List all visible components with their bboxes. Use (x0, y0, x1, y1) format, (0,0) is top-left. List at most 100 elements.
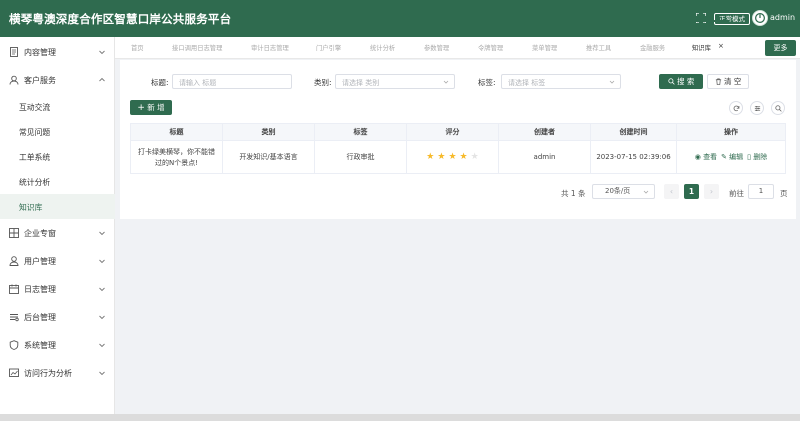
column-header-actions[interactable]: 操作 (677, 124, 785, 141)
chevron-down-icon (99, 259, 105, 264)
calendar-icon (9, 284, 19, 294)
tab-statistics[interactable]: 统计分析 (370, 43, 395, 52)
edit-icon: ✎ (721, 153, 727, 161)
sidebar-item-enterprise[interactable]: 企业专窗 (0, 219, 115, 247)
column-header-category[interactable]: 类别 (223, 124, 315, 141)
sidebar-subitem-label: 工单系统 (19, 153, 51, 162)
column-settings-button[interactable] (750, 101, 764, 115)
tab-knowledge-base[interactable]: 知识库 (692, 43, 711, 52)
page-size-select[interactable]: 20条/页 (592, 184, 655, 199)
cell-actions: ◉ 查看 ✎ 编辑 ▯ 删除 (677, 141, 785, 174)
star-icon: ★ (426, 152, 435, 162)
chevron-up-icon (99, 77, 105, 82)
sidebar-subitem-knowledge-base[interactable]: 知识库 (0, 194, 115, 219)
chart-icon (9, 368, 19, 377)
tab-portal-engine[interactable]: 门户引擎 (316, 43, 341, 52)
close-icon[interactable]: × (718, 42, 724, 50)
pagination-total: 共 1 条 (561, 189, 586, 198)
avatar[interactable] (752, 10, 768, 26)
tab-menus[interactable]: 菜单管理 (532, 43, 557, 52)
sidebar-item-system-management[interactable]: 系统管理 (0, 331, 115, 359)
cell-creator: admin (499, 141, 591, 174)
chevron-down-icon (643, 190, 649, 194)
sidebar-item-content[interactable]: 内容管理 (0, 38, 115, 66)
more-tabs-button[interactable]: 更多 (765, 40, 796, 56)
tab-api-log[interactable]: 接口调用日志管理 (172, 43, 222, 52)
chevron-down-icon (609, 80, 615, 84)
sidebar-item-backend-management[interactable]: 后台管理 (0, 303, 115, 331)
refresh-icon (733, 105, 740, 112)
sidebar-item-customer-service[interactable]: 客户服务 (0, 66, 115, 94)
sidebar: 内容管理 客户服务 互动交流 常见问题 工单系统 统计分析 知识库 企业专窗 用… (0, 37, 115, 421)
title-search-input[interactable]: 请输入 标题 (172, 74, 292, 89)
star-icon: ★ (437, 152, 446, 162)
app-title: 横琴粤澳深度合作区智慧口岸公共服务平台 (9, 12, 232, 26)
tab-recommended-tools[interactable]: 推荐工具 (586, 43, 611, 52)
sidebar-subitem-interaction[interactable]: 互动交流 (0, 94, 115, 119)
clear-button[interactable]: 清 空 (707, 74, 749, 89)
next-page-button[interactable]: › (704, 184, 719, 199)
rating-stars: ★ ★ ★ ★ ★ (407, 141, 499, 174)
column-header-title[interactable]: 标题 (131, 124, 223, 141)
username[interactable]: admin (770, 13, 795, 22)
sidebar-subitem-ticket-system[interactable]: 工单系统 (0, 144, 115, 169)
knowledge-table: 标题 类别 标签 评分 创建者 创建时间 操作 打卡绿美横琴，你不能错 过的N个… (130, 123, 786, 174)
top-header: 横琴粤澳深度合作区智慧口岸公共服务平台 正常模式 admin (0, 0, 800, 37)
cell-title-line: 打卡绿美横琴，你不能错 (138, 147, 215, 156)
current-page-button[interactable]: 1 (684, 184, 699, 199)
sidebar-subitem-faq[interactable]: 常见问题 (0, 119, 115, 144)
grid-icon (9, 228, 19, 238)
chevron-down-icon (99, 343, 105, 348)
tab-audit-log[interactable]: 审计日志管理 (251, 43, 289, 52)
chevron-down-icon (99, 287, 105, 292)
delete-button[interactable]: ▯ 删除 (747, 152, 767, 163)
trash-icon (715, 78, 721, 85)
chevron-down-icon (99, 315, 105, 320)
category-select[interactable]: 请选择 类别 (335, 74, 455, 89)
bottom-scrollbar[interactable] (0, 414, 800, 421)
page-suffix: 页 (780, 189, 788, 198)
title-filter-label: 标题: (151, 78, 169, 87)
sidebar-subitem-statistics[interactable]: 统计分析 (0, 169, 115, 194)
cell-category: 开发知识/基本语言 (223, 141, 315, 174)
cell-created-at: 2023-07-15 02:39:06 (591, 141, 677, 174)
chevron-down-icon (99, 371, 105, 376)
goto-page-input[interactable]: 1 (748, 184, 774, 199)
search-icon (775, 105, 782, 112)
backend-icon (10, 314, 19, 322)
tab-financial-services[interactable]: 金融服务 (640, 43, 665, 52)
sidebar-item-access-analytics[interactable]: 访问行为分析 (0, 359, 115, 387)
sidebar-subitem-label: 互动交流 (19, 103, 51, 112)
tag-select[interactable]: 请选择 标签 (501, 74, 621, 89)
view-button[interactable]: ◉ 查看 (695, 152, 717, 163)
refresh-button[interactable] (729, 101, 743, 115)
chevron-down-icon (99, 50, 105, 55)
column-header-tag[interactable]: 标签 (315, 124, 407, 141)
sidebar-item-log-management[interactable]: 日志管理 (0, 275, 115, 303)
mode-toggle-button[interactable]: 正常模式 (714, 13, 750, 25)
delete-label: 删除 (753, 153, 768, 161)
tab-parameters[interactable]: 参数管理 (424, 43, 449, 52)
add-button[interactable]: + 新 增 (130, 100, 172, 115)
toggle-search-button[interactable] (771, 101, 785, 115)
sidebar-item-user-management[interactable]: 用户管理 (0, 247, 115, 275)
sidebar-item-label: 后台管理 (24, 313, 56, 322)
column-header-creator[interactable]: 创建者 (499, 124, 591, 141)
sidebar-subitem-label: 常见问题 (19, 128, 51, 137)
prev-page-button[interactable]: ‹ (664, 184, 679, 199)
add-button-label: 新 增 (147, 103, 165, 112)
search-button[interactable]: 搜 索 (659, 74, 703, 89)
edit-button[interactable]: ✎ 编辑 (721, 152, 743, 163)
column-header-rating[interactable]: 评分 (407, 124, 499, 141)
sidebar-item-label: 企业专窗 (24, 229, 56, 238)
star-icon: ★ (459, 152, 468, 162)
tab-tokens[interactable]: 令牌管理 (478, 43, 503, 52)
sliders-icon (754, 105, 761, 112)
sidebar-subitem-label: 知识库 (19, 203, 43, 212)
search-icon (668, 78, 675, 85)
sidebar-item-label: 内容管理 (24, 48, 56, 57)
sidebar-item-label: 客户服务 (24, 76, 56, 85)
tab-home[interactable]: 首页 (131, 43, 144, 52)
column-header-created-at[interactable]: 创建时间 (591, 124, 677, 141)
sidebar-item-label: 日志管理 (24, 285, 56, 294)
